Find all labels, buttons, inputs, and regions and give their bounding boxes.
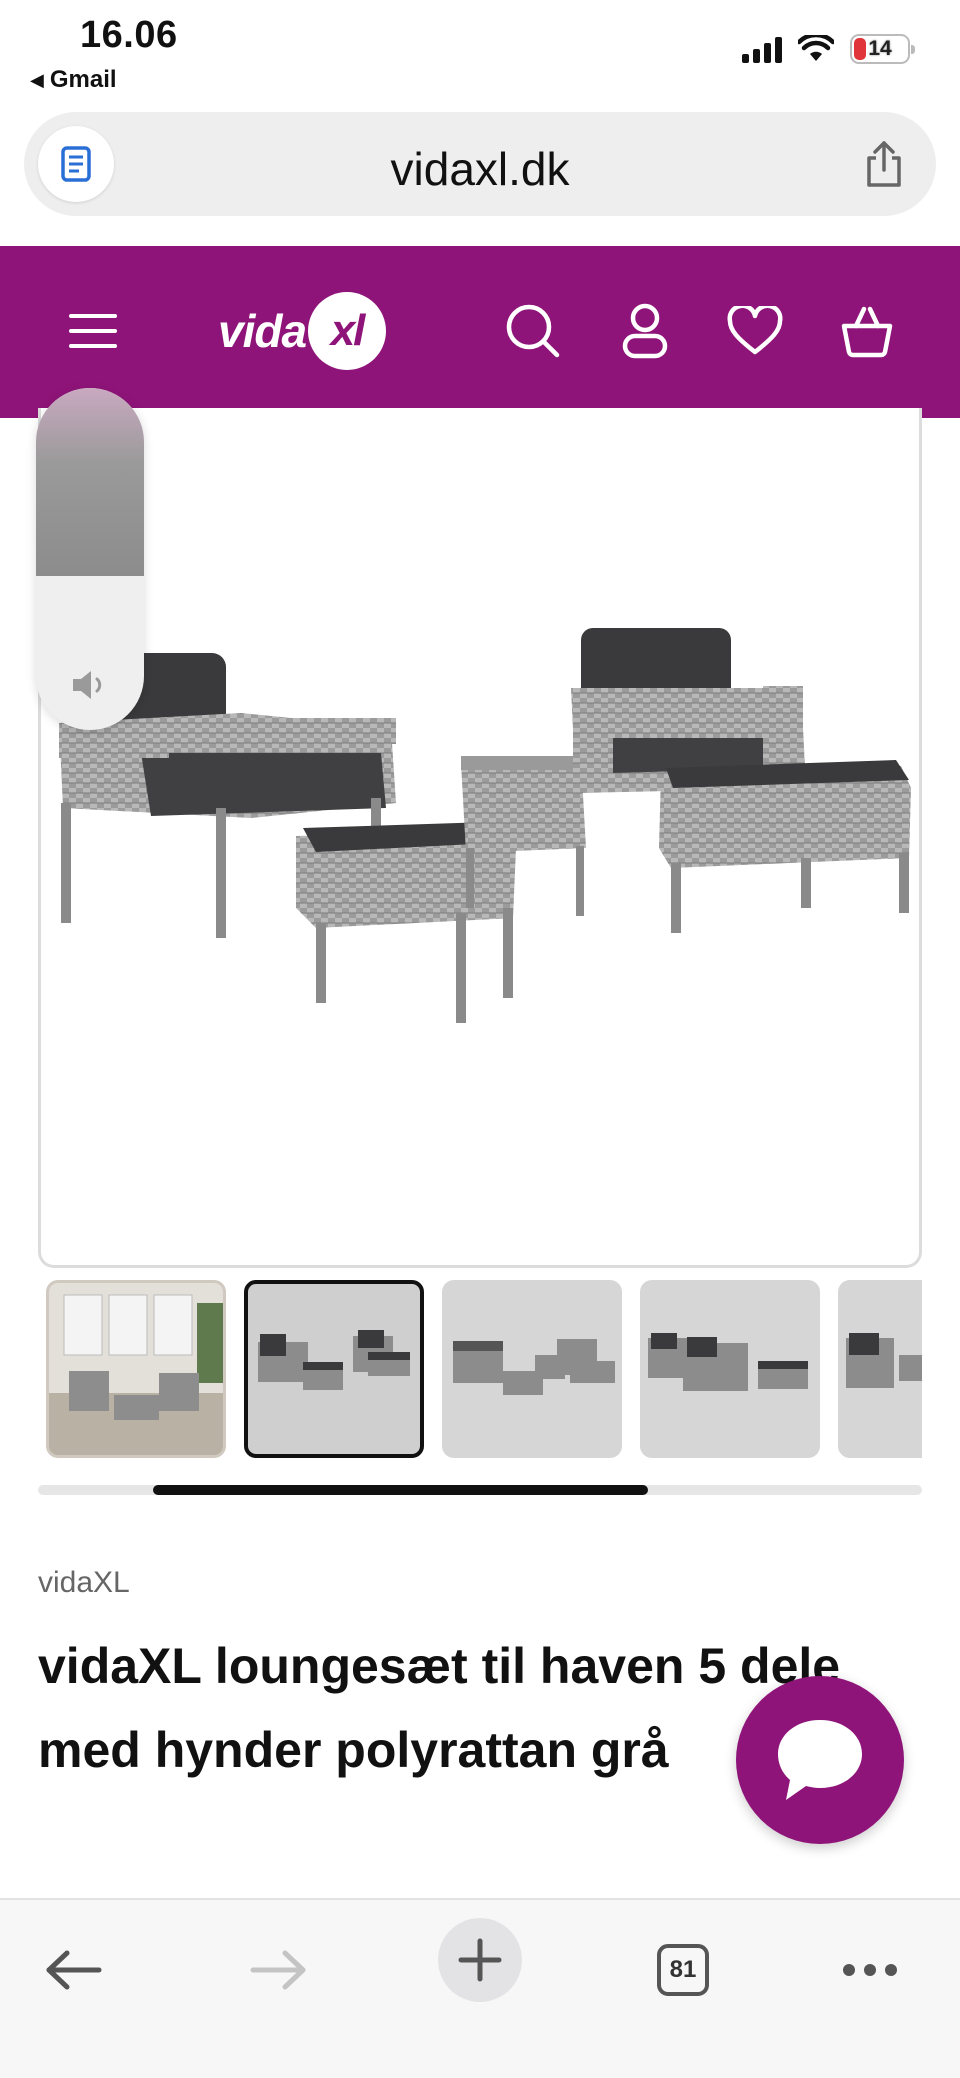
- back-to-app-link[interactable]: ◀ Gmail: [30, 66, 117, 94]
- more-dots-icon: [843, 1964, 897, 1976]
- lounge-set-illustration: [59, 628, 911, 1023]
- share-button[interactable]: [858, 138, 910, 190]
- menu-button[interactable]: [58, 296, 128, 366]
- site-header: vida xl: [0, 246, 960, 418]
- hamburger-menu-icon: [69, 314, 117, 348]
- speaker-icon: [36, 668, 144, 702]
- chat-button[interactable]: [736, 1676, 904, 1844]
- thumbnail-4[interactable]: [640, 1280, 820, 1458]
- share-icon: [867, 141, 901, 187]
- status-indicators: 14: [742, 34, 915, 64]
- gallery-scrollbar[interactable]: [38, 1485, 922, 1495]
- status-time: 16.06: [80, 14, 178, 56]
- heart-icon: [727, 306, 783, 355]
- chat-bubble-icon: [778, 1720, 862, 1800]
- arrow-left-icon: [46, 1950, 102, 1990]
- url-text[interactable]: vidaxl.dk: [24, 142, 936, 196]
- volume-indicator: [36, 388, 144, 730]
- thumbnail-5[interactable]: [838, 1280, 922, 1458]
- address-bar[interactable]: vidaxl.dk: [24, 112, 936, 216]
- search-icon: [506, 304, 560, 358]
- search-button[interactable]: [498, 296, 568, 366]
- status-bar: 16.06 ◀ Gmail 14: [0, 0, 960, 110]
- thumbnail-2[interactable]: [244, 1280, 424, 1458]
- logo-wordmark: vida: [218, 305, 307, 357]
- thumbnail-1[interactable]: [46, 1280, 226, 1458]
- browser-toolbar: 81: [0, 1898, 960, 2078]
- plus-icon: [458, 1938, 502, 1982]
- wishlist-button[interactable]: [720, 296, 790, 366]
- battery-icon: 14: [850, 34, 915, 64]
- back-triangle-icon: ◀: [30, 69, 44, 90]
- gallery-scroll-thumb[interactable]: [153, 1485, 648, 1495]
- arrow-right-icon: [250, 1950, 306, 1990]
- wifi-icon: [798, 35, 834, 61]
- back-button[interactable]: [34, 1930, 114, 2010]
- tabs-button[interactable]: 81: [643, 1930, 723, 2010]
- cellular-signal-icon: [742, 35, 782, 63]
- tabs-count: 81: [657, 1944, 709, 1996]
- battery-level: 14: [868, 37, 892, 60]
- back-app-label: Gmail: [49, 66, 117, 93]
- thumbnail-3[interactable]: [442, 1280, 622, 1458]
- volume-level-fill: [36, 388, 144, 577]
- new-tab-button[interactable]: [438, 1918, 522, 2002]
- account-button[interactable]: [610, 296, 680, 366]
- product-brand[interactable]: vidaXL: [38, 1566, 130, 1600]
- basket-icon: [841, 306, 893, 358]
- user-icon: [622, 303, 668, 359]
- more-button[interactable]: [830, 1930, 910, 2010]
- cart-button[interactable]: [832, 296, 902, 366]
- product-thumbnails: [46, 1280, 922, 1460]
- forward-button[interactable]: [238, 1930, 318, 2010]
- vidaxl-logo[interactable]: vida xl: [218, 286, 387, 376]
- logo-badge: xl: [308, 292, 387, 370]
- product-main-image[interactable]: [38, 408, 922, 1268]
